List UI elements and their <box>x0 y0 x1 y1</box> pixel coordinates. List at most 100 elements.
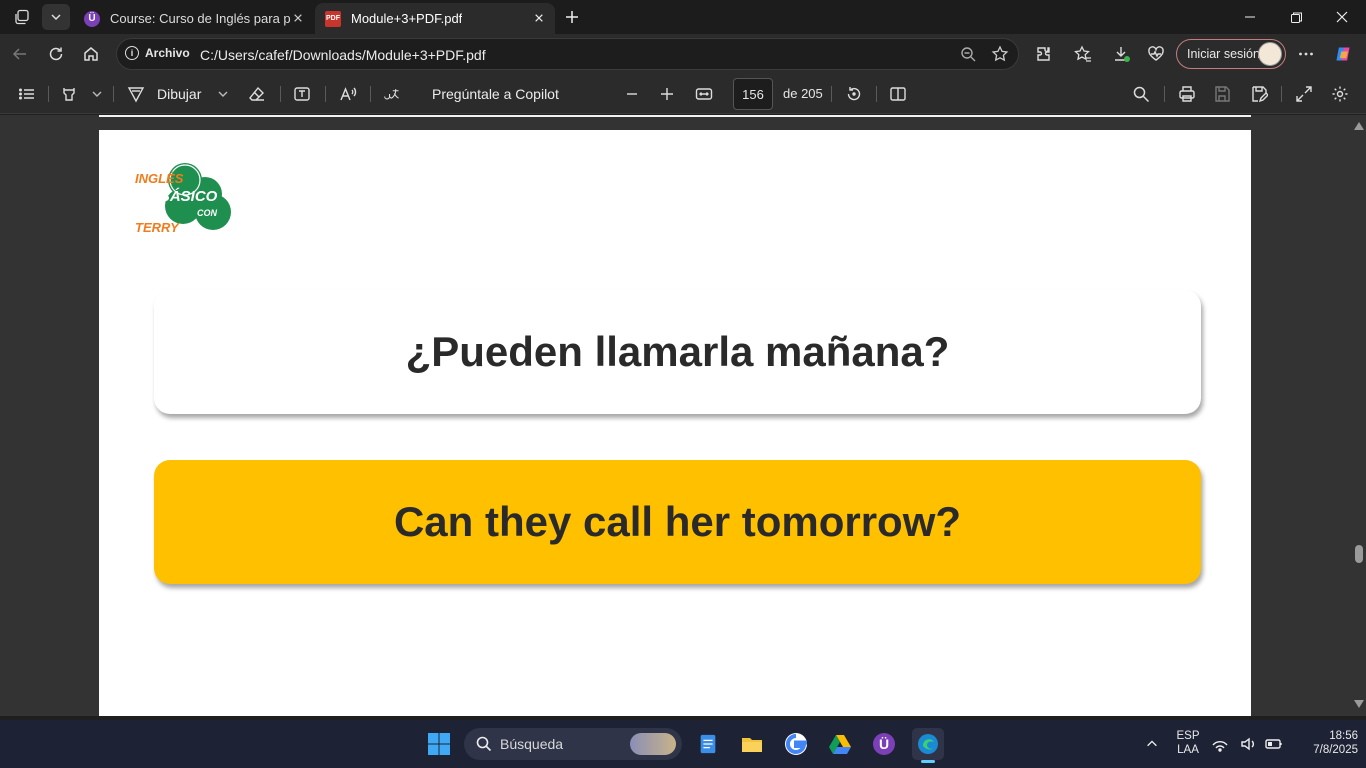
url-text[interactable]: C:/Users/cafef/Downloads/Module+3+PDF.pd… <box>200 47 486 63</box>
minimize-icon[interactable] <box>1227 0 1273 34</box>
toolbar-divider <box>48 86 49 102</box>
toolbar-divider <box>113 86 114 102</box>
highlight-icon[interactable] <box>60 82 78 106</box>
scroll-down-arrow-icon[interactable] <box>1354 700 1364 708</box>
contents-icon[interactable] <box>18 82 36 106</box>
clock-date: 7/8/2025 <box>1313 744 1358 756</box>
total-pages: de 205 <box>783 86 823 101</box>
notepad-icon[interactable] <box>692 728 724 760</box>
tab-strip: Ü Course: Curso de Inglés para principia… <box>0 0 1366 34</box>
draw-label: Dibujar <box>157 86 202 102</box>
vertical-scrollbar[interactable] <box>1350 115 1366 716</box>
windows-start-icon[interactable] <box>423 728 455 760</box>
print-icon[interactable] <box>1178 82 1196 106</box>
english-answer-card: Can they call her tomorrow? <box>154 460 1201 584</box>
close-tab-icon[interactable] <box>531 10 547 26</box>
read-aloud-icon[interactable] <box>339 82 357 106</box>
rotate-icon[interactable] <box>845 82 863 106</box>
tab-course[interactable]: Ü Course: Curso de Inglés para principia… <box>74 3 314 34</box>
logo-text-basico: BÁSICO <box>159 188 218 205</box>
page-number-input[interactable]: 156 <box>733 78 773 110</box>
scroll-up-arrow-icon[interactable] <box>1354 122 1364 130</box>
scroll-thumb[interactable] <box>1355 545 1363 563</box>
refresh-icon[interactable] <box>41 40 71 68</box>
search-icon[interactable] <box>1132 82 1150 106</box>
home-icon[interactable] <box>76 40 106 68</box>
downloads-icon[interactable] <box>1106 40 1136 68</box>
restore-icon[interactable] <box>1273 0 1319 34</box>
workspaces-icon[interactable] <box>8 4 36 30</box>
favorites-icon[interactable] <box>1068 40 1098 68</box>
quick-settings[interactable] <box>1210 728 1286 760</box>
spanish-question-text: ¿Pueden llamarla mañana? <box>405 328 950 375</box>
translate-icon[interactable] <box>383 82 401 106</box>
sign-in-label: Iniciar sesión <box>1187 47 1260 61</box>
tab-title: Module+3+PDF.pdf <box>351 11 463 26</box>
microsoft-edge-icon[interactable] <box>912 728 944 763</box>
ask-copilot-button[interactable]: Pregúntale a Copilot <box>432 82 559 106</box>
pdf-viewer[interactable]: INGLÉS BÁSICO CON TERRY ¿Pueden llamarla… <box>0 115 1366 716</box>
sign-in-button[interactable]: Iniciar sesión <box>1176 39 1286 69</box>
browser-essentials-icon[interactable] <box>1141 40 1171 68</box>
toolbar-divider <box>831 86 832 102</box>
taskbar-search-box[interactable]: Búsqueda <box>464 728 682 760</box>
pdf-page: INGLÉS BÁSICO CON TERRY ¿Pueden llamarla… <box>99 130 1251 716</box>
input-language[interactable]: ESP LAA <box>1172 730 1204 756</box>
draw-button[interactable]: Dibujar <box>127 82 201 106</box>
site-info-button[interactable]: i Archivo <box>125 46 190 60</box>
favorite-star-icon[interactable] <box>985 40 1015 68</box>
settings-gear-icon[interactable] <box>1331 82 1349 106</box>
back-icon[interactable] <box>5 40 35 68</box>
address-bar[interactable]: i Archivo C:/Users/cafef/Downloads/Modul… <box>116 38 1019 70</box>
text-box-icon[interactable] <box>293 82 311 106</box>
clock-time: 18:56 <box>1329 730 1358 742</box>
navigation-bar: i Archivo C:/Users/cafef/Downloads/Modul… <box>0 34 1366 74</box>
eraser-icon[interactable] <box>248 82 266 106</box>
ask-copilot-label: Pregúntale a Copilot <box>432 86 559 102</box>
site-info-label: Archivo <box>145 46 190 60</box>
logo-text-con: CON <box>197 208 218 218</box>
tab-actions-chevron-icon[interactable] <box>42 4 70 30</box>
more-options-icon[interactable] <box>1291 40 1321 68</box>
pdf-toolbar: Dibujar Pregúntale a Copilot 156 de 205 <box>0 74 1366 114</box>
search-placeholder: Búsqueda <box>500 736 564 752</box>
new-tab-icon[interactable] <box>558 4 586 30</box>
google-chrome-icon[interactable] <box>780 728 812 760</box>
pdf-icon: PDF <box>325 10 341 27</box>
copilot-icon[interactable] <box>1328 40 1358 68</box>
toolbar-divider <box>370 86 371 102</box>
highlight-options-chevron-icon[interactable] <box>88 82 106 106</box>
file-explorer-icon[interactable] <box>736 728 768 760</box>
toolbar-divider <box>1281 86 1282 102</box>
current-page: 156 <box>742 86 764 102</box>
fullscreen-icon[interactable] <box>1295 82 1313 106</box>
info-icon: i <box>125 46 139 60</box>
extensions-icon[interactable] <box>1028 40 1058 68</box>
google-drive-icon[interactable] <box>824 728 856 760</box>
avatar <box>1258 42 1282 66</box>
zoom-out-button-icon[interactable] <box>623 82 641 106</box>
show-hidden-icons-chevron-icon[interactable] <box>1136 728 1168 760</box>
page-view-icon[interactable] <box>889 82 907 106</box>
search-highlight-image <box>630 733 676 755</box>
tab-pdf[interactable]: PDF Module+3+PDF.pdf <box>315 3 555 34</box>
english-answer-text: Can they call her tomorrow? <box>393 498 962 545</box>
fit-to-width-icon[interactable] <box>695 82 713 106</box>
search-icon <box>476 736 492 752</box>
close-window-icon[interactable] <box>1319 0 1365 34</box>
save-as-icon[interactable] <box>1250 82 1268 106</box>
save-icon[interactable] <box>1213 82 1231 106</box>
clock[interactable]: 18:56 7/8/2025 <box>1292 730 1358 756</box>
tab-title: Course: Curso de Inglés para principiant… <box>110 11 290 26</box>
toolbar-divider <box>876 86 877 102</box>
zoom-out-icon[interactable] <box>953 40 983 68</box>
toolbar-divider <box>325 86 326 102</box>
close-tab-icon[interactable] <box>290 10 306 26</box>
zoom-in-button-icon[interactable] <box>658 82 676 106</box>
toolbar-divider <box>1164 86 1165 102</box>
svg-text:Ü: Ü <box>879 736 889 752</box>
active-app-indicator <box>921 760 935 763</box>
keyboard-layout-label: LAA <box>1177 744 1199 756</box>
udemy-app-icon[interactable]: Ü <box>868 728 900 760</box>
draw-options-chevron-icon[interactable] <box>214 82 232 106</box>
